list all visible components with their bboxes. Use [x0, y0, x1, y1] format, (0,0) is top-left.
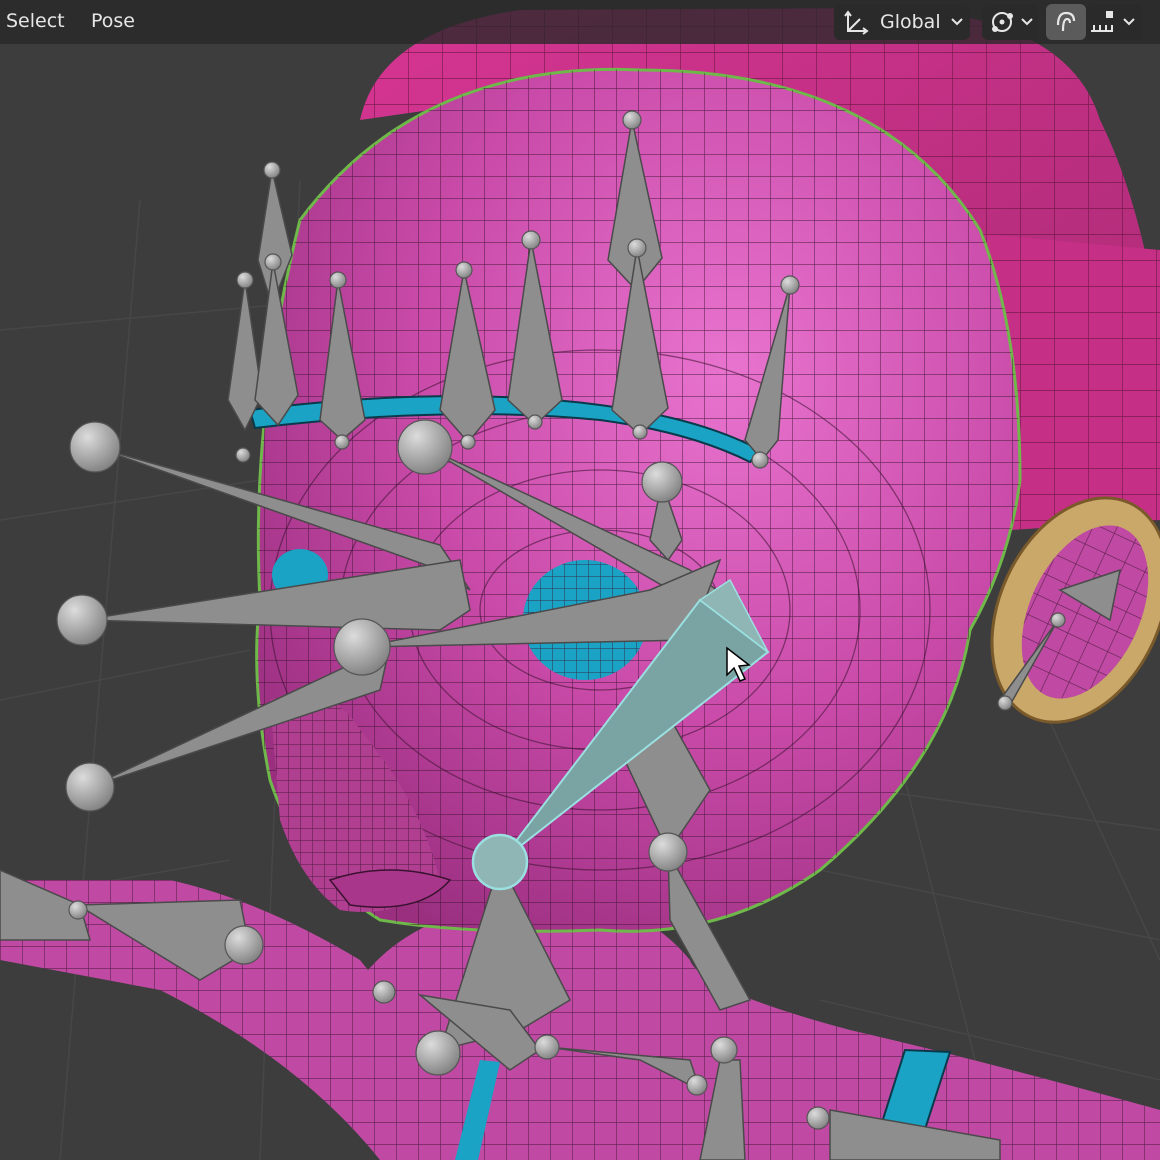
3d-viewport[interactable]: [0, 0, 1160, 1160]
viewport-canvas[interactable]: [0, 0, 1160, 1160]
chevron-down-icon: [951, 18, 963, 26]
snap-toggle[interactable]: [1046, 4, 1086, 40]
snap-magnet-icon: [1056, 11, 1076, 32]
chevron-down-icon: [1021, 18, 1033, 26]
transform-orientation-dropdown[interactable]: Global: [834, 4, 970, 40]
snap-target-icon: [1091, 11, 1113, 32]
transform-pivot-icon: [992, 12, 1013, 32]
chevron-down-icon: [1123, 18, 1135, 26]
transform-orientation-label: Global: [880, 11, 941, 33]
transform-pivot-dropdown[interactable]: [982, 4, 1038, 40]
menu-select[interactable]: Select: [0, 0, 71, 44]
viewport-header: Select Pose Global: [0, 0, 1160, 44]
menu-pose[interactable]: Pose: [85, 0, 141, 44]
transform-orientation-icon: [844, 10, 869, 35]
snap-target-dropdown[interactable]: [1086, 4, 1142, 40]
